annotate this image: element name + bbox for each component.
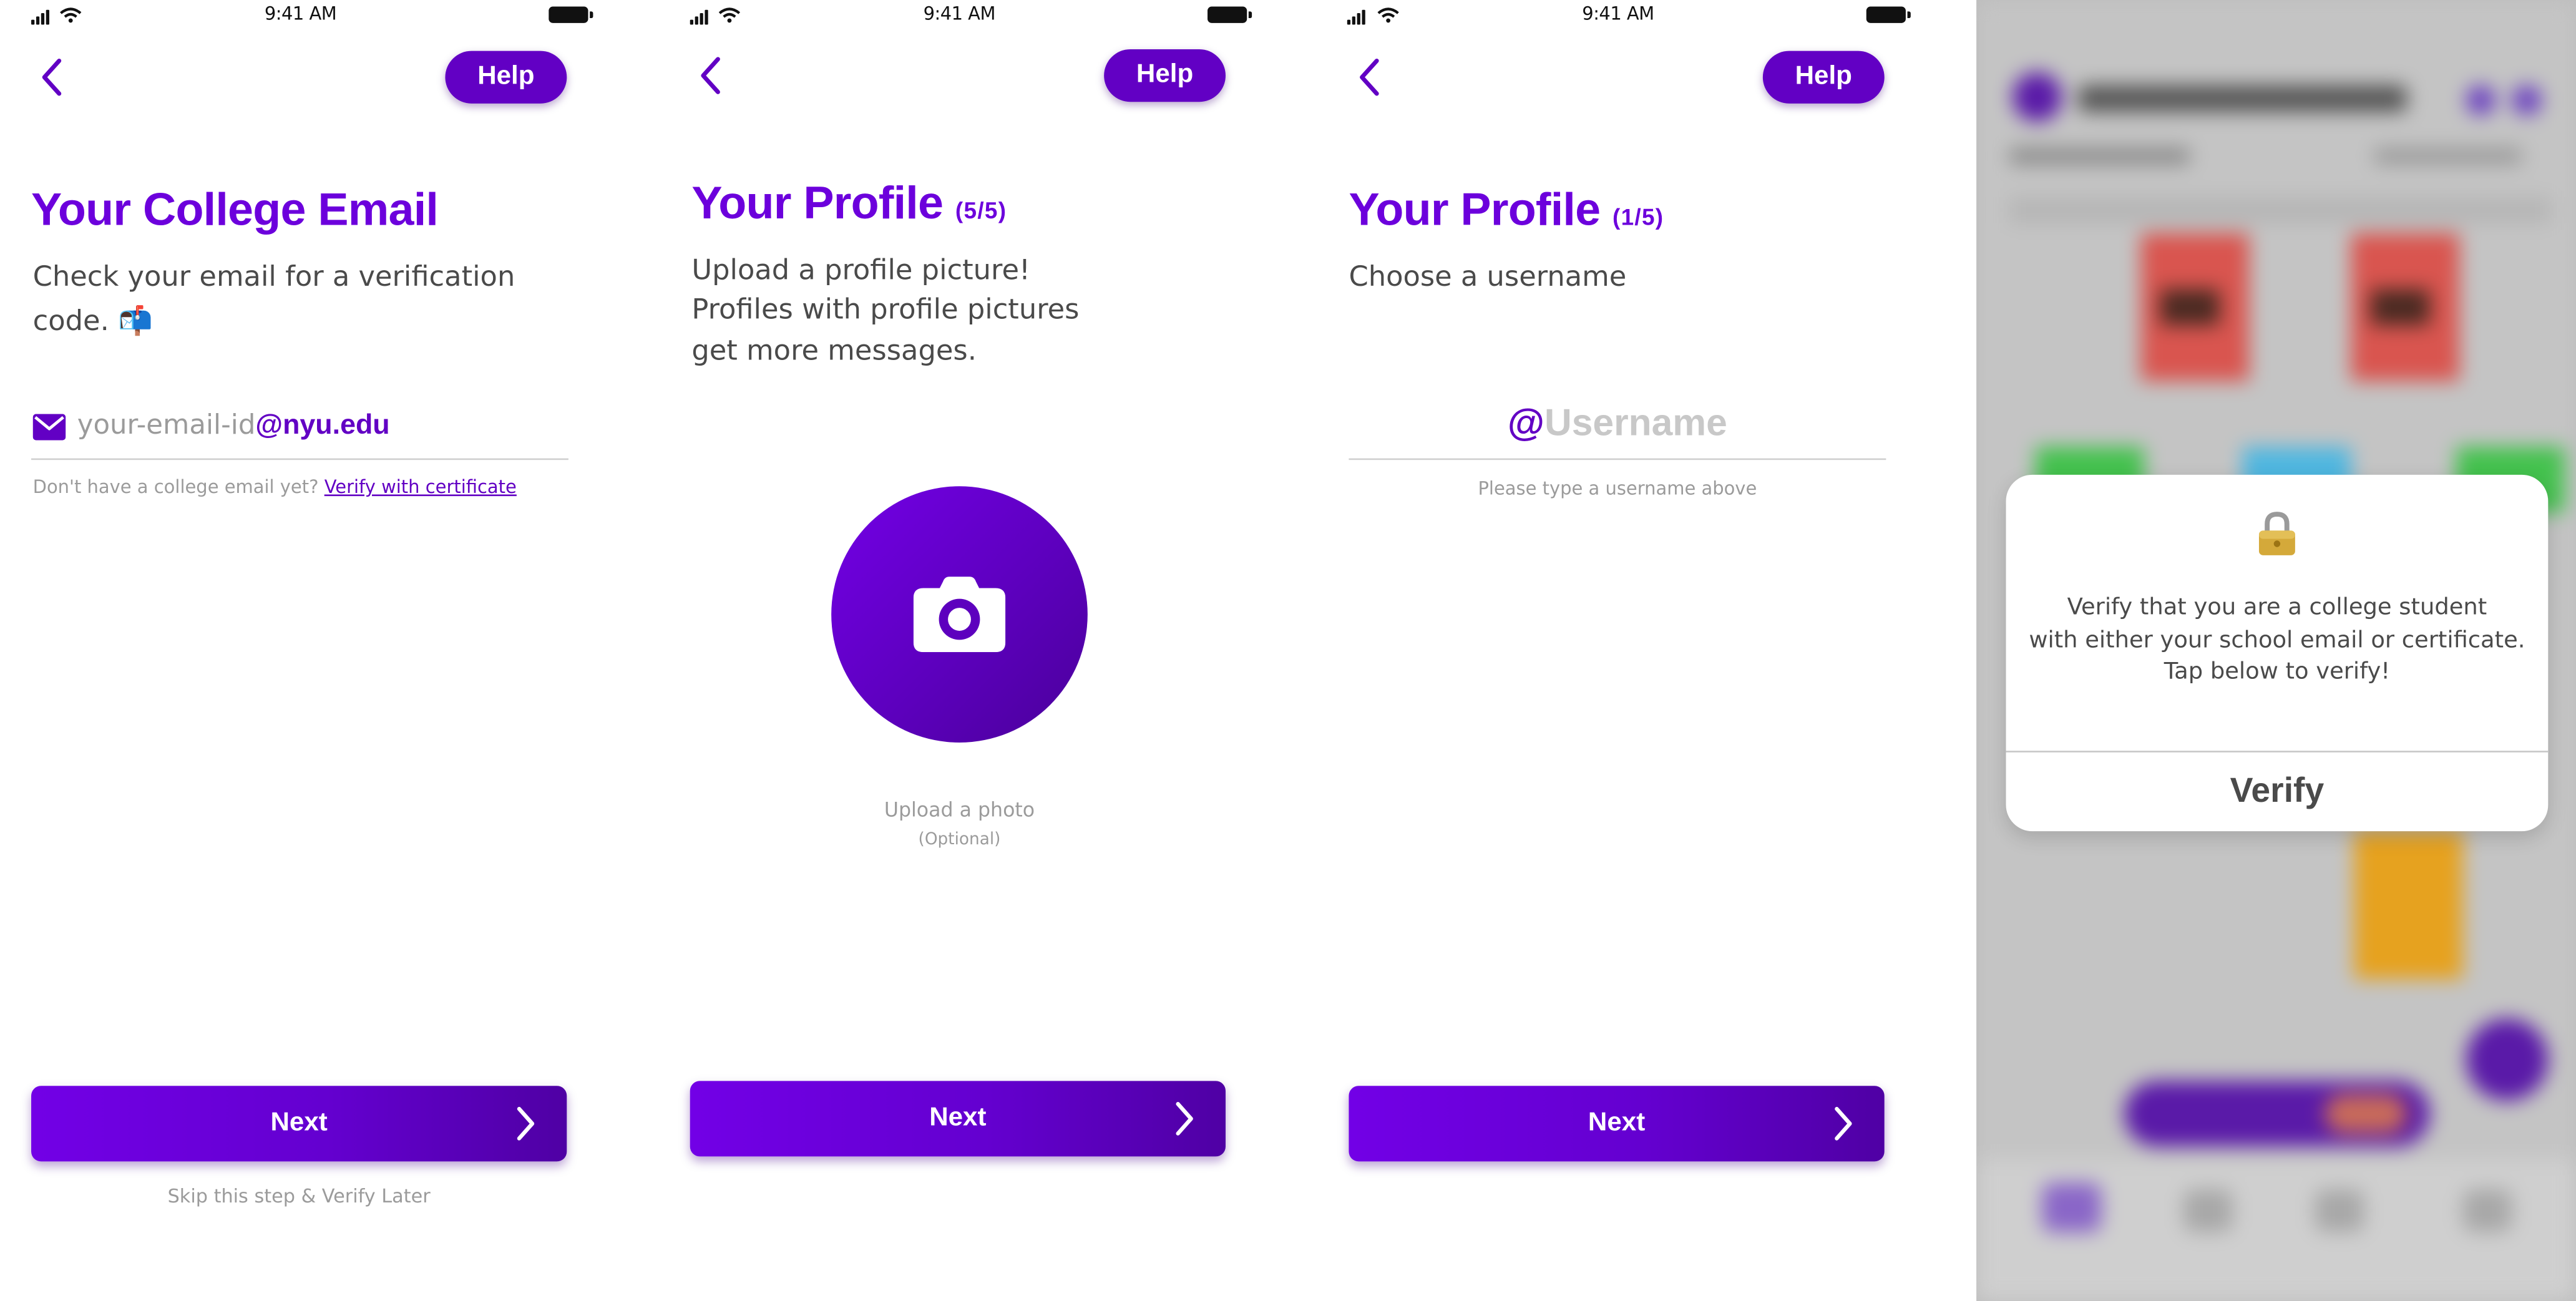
verify-message-line-1: Verify that you are a college student <box>2067 595 2487 621</box>
back-button[interactable] <box>31 54 71 100</box>
lock-icon <box>2258 512 2295 555</box>
skip-verify-link[interactable]: Skip this step & Verify Later <box>31 1184 567 1207</box>
back-button[interactable] <box>690 52 729 99</box>
at-sign: @ <box>1507 401 1544 444</box>
step-indicator: (5/5) <box>955 197 1007 224</box>
page-title-text: Your Profile <box>1349 183 1601 235</box>
no-email-prompt: Don't have a college email yet? Verify w… <box>33 476 517 497</box>
next-button[interactable]: Next <box>690 1081 1226 1157</box>
email-field[interactable]: your-email-id@nyu.edu <box>77 409 390 442</box>
username-hint: Please type a username above <box>1478 478 1757 500</box>
next-button[interactable]: Next <box>31 1086 567 1162</box>
verify-modal: Verify that you are a college student wi… <box>2006 474 2549 832</box>
username-placeholder: Username <box>1544 401 1727 444</box>
next-button-label: Next <box>929 1104 987 1132</box>
verify-certificate-link[interactable]: Verify with certificate <box>324 476 517 497</box>
email-domain: @nyu.edu <box>255 409 390 441</box>
page-subtitle-line-2: Profiles with profile pictures <box>691 294 1080 327</box>
back-button[interactable] <box>1349 54 1388 100</box>
battery-icon <box>1208 6 1252 23</box>
verify-message-line-3: Tap below to verify! <box>2164 658 2391 685</box>
help-button[interactable]: Help <box>1762 51 1885 104</box>
step-indicator: (1/5) <box>1612 203 1664 230</box>
chevron-left-icon <box>701 57 720 94</box>
optional-label: (Optional) <box>918 831 1001 850</box>
next-button-label: Next <box>1588 1109 1646 1137</box>
verify-button[interactable]: Verify <box>2006 753 2549 831</box>
page-title: Your College Email <box>31 183 439 235</box>
camera-icon <box>913 577 1006 653</box>
page-title: Your Profile (1/5) <box>1349 184 1664 236</box>
battery-icon <box>1866 6 1911 23</box>
chevron-right-icon <box>1176 1102 1193 1136</box>
next-button[interactable]: Next <box>1349 1086 1885 1162</box>
page-subtitle-line-1: Upload a profile picture! <box>691 255 1030 288</box>
cellular-signal-icon <box>690 9 708 25</box>
page-subtitle-line-1: Check your email for a verification <box>32 261 515 295</box>
cellular-signal-icon <box>31 9 49 25</box>
help-button[interactable]: Help <box>1104 49 1226 102</box>
verify-message: Verify that you are a college student wi… <box>2006 593 2549 689</box>
email-field-underline <box>31 458 568 460</box>
next-button-label: Next <box>270 1109 328 1137</box>
username-field-underline <box>1349 458 1886 460</box>
page-subtitle-line-2: code. 📬 <box>32 305 153 339</box>
verify-message-line-2: with either your school email or certifi… <box>2029 626 2525 653</box>
page-subtitle-line-3: get more messages. <box>691 335 977 368</box>
status-time: 9:41 AM <box>923 3 996 25</box>
chevron-left-icon <box>1360 58 1379 96</box>
page-subtitle: Choose a username <box>1349 261 1627 295</box>
no-email-text: Don't have a college email yet? <box>32 476 319 498</box>
wifi-icon <box>718 7 741 23</box>
chevron-right-icon <box>1835 1106 1852 1141</box>
cellular-signal-icon <box>1347 9 1365 25</box>
upload-photo-label: Upload a photo <box>884 798 1035 822</box>
chevron-left-icon <box>42 58 62 96</box>
email-placeholder: your-email-id <box>77 409 256 441</box>
upload-photo-button[interactable] <box>831 486 1088 743</box>
username-input[interactable]: @Username <box>1349 401 1886 445</box>
chevron-right-icon <box>517 1106 535 1141</box>
status-time: 9:41 AM <box>1582 3 1654 25</box>
help-button[interactable]: Help <box>445 51 567 104</box>
wifi-icon <box>60 7 82 23</box>
page-title-text: Your Profile <box>691 177 944 228</box>
battery-icon <box>549 6 593 23</box>
status-time: 9:41 AM <box>264 3 337 25</box>
page-title: Your Profile (5/5) <box>691 177 1007 230</box>
wifi-icon <box>1377 7 1399 23</box>
envelope-icon <box>32 414 66 441</box>
